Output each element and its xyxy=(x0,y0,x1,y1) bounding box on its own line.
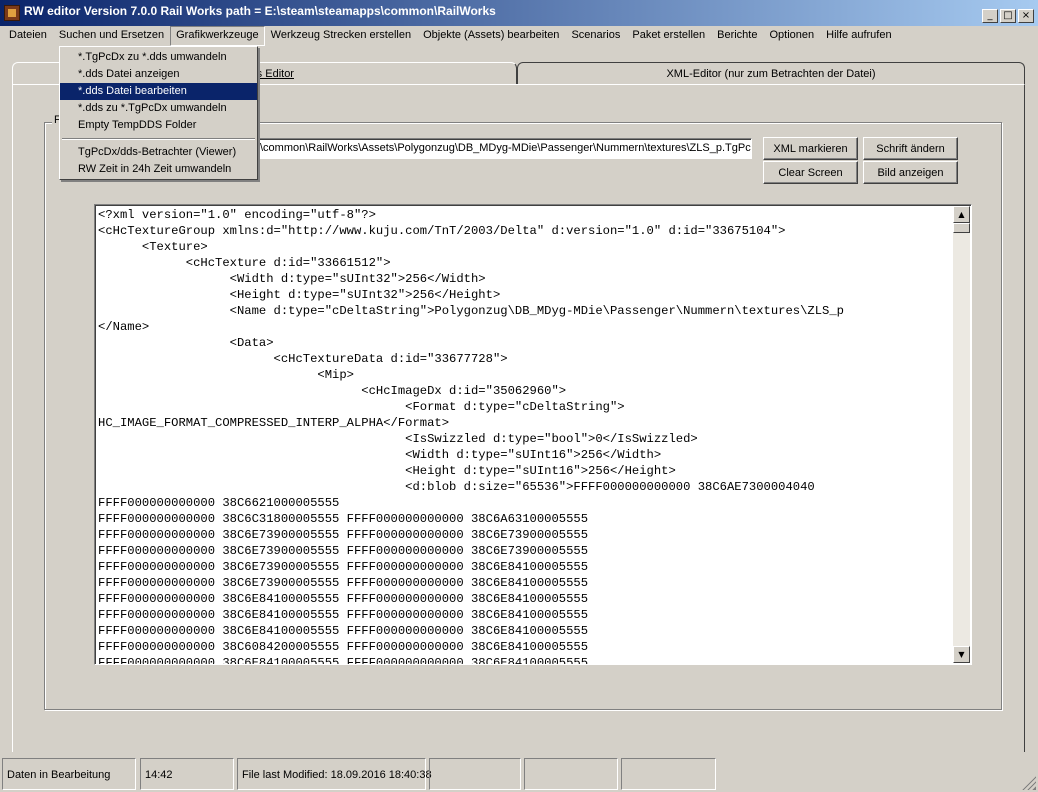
xml-line: <IsSwizzled d:type="bool">0</IsSwizzled> xyxy=(98,432,698,446)
menu-scenarios[interactable]: Scenarios xyxy=(565,26,626,46)
minimize-button[interactable]: _ xyxy=(982,9,998,23)
xml-line: <cHcTextureGroup xmlns:d="http://www.kuj… xyxy=(98,224,786,238)
schrift-aendern-button[interactable]: Schrift ändern xyxy=(863,137,958,160)
resize-grip-icon[interactable] xyxy=(1022,776,1036,790)
xml-text-content: <?xml version="1.0" encoding="utf-8"?> <c… xyxy=(98,207,951,664)
tab-xml-editor-label: XML-Editor (nur zum Betrachten der Datei… xyxy=(666,68,876,80)
menu-objekte[interactable]: Objekte (Assets) bearbeiten xyxy=(417,26,565,46)
status-time: 14:42 xyxy=(140,758,234,790)
menu-item-tgpcdx-zu-dds[interactable]: *.TgPcDx zu *.dds umwandeln xyxy=(60,49,257,66)
xml-line: FFFF000000000000 38C6E84100005555 FFFF00… xyxy=(98,624,589,638)
menu-berichte[interactable]: Berichte xyxy=(711,26,763,46)
xml-line: FFFF000000000000 38C6C31800005555 FFFF00… xyxy=(98,512,589,526)
menu-item-empty-tempdds[interactable]: Empty TempDDS Folder xyxy=(60,117,257,134)
maximize-button[interactable]: □ xyxy=(1000,9,1016,23)
xml-line: <Texture> xyxy=(98,240,208,254)
menu-paket-erstellen[interactable]: Paket erstellen xyxy=(626,26,711,46)
status-text: Daten in Bearbeitung xyxy=(2,758,136,790)
xml-line: <?xml version="1.0" encoding="utf-8"?> xyxy=(98,208,376,222)
xml-line: FFFF000000000000 38C6E84100005555 FFFF00… xyxy=(98,608,589,622)
xml-line: <d:blob d:size="65536">FFFF000000000000 … xyxy=(98,480,815,494)
scroll-down-icon[interactable]: ▼ xyxy=(953,646,970,663)
grafikwerkzeuge-dropdown: *.TgPcDx zu *.dds umwandeln *.dds Datei … xyxy=(59,46,258,180)
file-path-field[interactable]: \common\RailWorks\Assets\Polygonzug\DB_M… xyxy=(256,138,752,159)
xml-line: FFFF000000000000 38C6E84100005555 FFFF00… xyxy=(98,656,589,664)
xml-line: <Name d:type="cDeltaString">Polygonzug\D… xyxy=(98,304,844,318)
xml-line: FFFF000000000000 38C6E73900005555 FFFF00… xyxy=(98,544,589,558)
title-bar: RW editor Version 7.0.0 Rail Works path … xyxy=(0,0,1038,26)
xml-line: </Name> xyxy=(98,320,150,334)
xml-line: <cHcTexture d:id="33661512"> xyxy=(98,256,391,270)
menu-suchen-und-ersetzen[interactable]: Suchen und Ersetzen xyxy=(53,26,170,46)
window-controls: _ □ × xyxy=(982,9,1034,23)
window-title: RW editor Version 7.0.0 Rail Works path … xyxy=(24,4,496,18)
xml-line: <Mip> xyxy=(98,368,354,382)
bild-anzeigen-button[interactable]: Bild anzeigen xyxy=(863,161,958,184)
clear-screen-button[interactable]: Clear Screen xyxy=(763,161,858,184)
scroll-up-icon[interactable]: ▲ xyxy=(953,206,970,223)
menu-item-dds-bearbeiten[interactable]: *.dds Datei bearbeiten xyxy=(60,83,257,100)
xml-line: <Width d:type="sUInt16">256</Width> xyxy=(98,448,662,462)
xml-line: <Height d:type="sUInt32">256</Height> xyxy=(98,288,501,302)
menu-item-viewer[interactable]: TgPcDx/dds-Betrachter (Viewer) xyxy=(60,144,257,161)
xml-line: <cHcTextureData d:id="33677728"> xyxy=(98,352,508,366)
xml-line: FFFF000000000000 38C6E84100005555 FFFF00… xyxy=(98,592,589,606)
close-button[interactable]: × xyxy=(1018,9,1034,23)
menu-item-dds-anzeigen[interactable]: *.dds Datei anzeigen xyxy=(60,66,257,83)
xml-line: FFFF000000000000 38C6E73900005555 FFFF00… xyxy=(98,576,589,590)
xml-line: <cHcImageDx d:id="35062960"> xyxy=(98,384,567,398)
menu-separator xyxy=(62,138,255,140)
xml-line: <Data> xyxy=(98,336,274,350)
menu-item-rw-zeit[interactable]: RW Zeit in 24h Zeit umwandeln xyxy=(60,161,257,178)
status-panel-empty-3 xyxy=(621,758,716,790)
vertical-scrollbar[interactable]: ▲ ▼ xyxy=(953,206,970,663)
app-icon xyxy=(4,5,20,21)
status-panel-empty-1 xyxy=(429,758,521,790)
xml-line: FFFF000000000000 38C6E73900005555 FFFF00… xyxy=(98,560,589,574)
menu-optionen[interactable]: Optionen xyxy=(763,26,820,46)
xml-line: HC_IMAGE_FORMAT_COMPRESSED_INTERP_ALPHA<… xyxy=(98,416,450,430)
menu-werkzeug-strecken[interactable]: Werkzeug Strecken erstellen xyxy=(265,26,417,46)
menu-item-dds-zu-tgpcdx[interactable]: *.dds zu *.TgPcDx umwandeln xyxy=(60,100,257,117)
menu-hilfe[interactable]: Hilfe aufrufen xyxy=(820,26,897,46)
status-bar: Daten in Bearbeitung 14:42 File last Mod… xyxy=(0,756,1038,792)
xml-line: FFFF000000000000 38C6621000005555 xyxy=(98,496,340,510)
menu-grafikwerkzeuge[interactable]: Grafikwerkzeuge xyxy=(170,26,265,46)
menu-dateien[interactable]: Dateien xyxy=(3,26,53,46)
xml-line: FFFF000000000000 38C6084200005555 FFFF00… xyxy=(98,640,589,654)
xml-line: <Width d:type="sUInt32">256</Width> xyxy=(98,272,486,286)
tab-xml-editor[interactable]: XML-Editor (nur zum Betrachten der Datei… xyxy=(517,62,1025,84)
xml-line: <Height d:type="sUInt16">256</Height> xyxy=(98,464,676,478)
status-file-modified: File last Modified: 18.09.2016 18:40:38 xyxy=(237,758,432,790)
xml-line: <Format d:type="cDeltaString"> xyxy=(98,400,625,414)
scroll-thumb[interactable] xyxy=(953,223,970,233)
status-panel-empty-2 xyxy=(524,758,618,790)
xml-line: FFFF000000000000 38C6E73900005555 FFFF00… xyxy=(98,528,589,542)
menu-bar: Dateien Suchen und Ersetzen Grafikwerkze… xyxy=(0,26,1038,46)
xml-text-area[interactable]: <?xml version="1.0" encoding="utf-8"?> <c… xyxy=(94,204,972,665)
xml-markieren-button[interactable]: XML markieren xyxy=(763,137,858,160)
